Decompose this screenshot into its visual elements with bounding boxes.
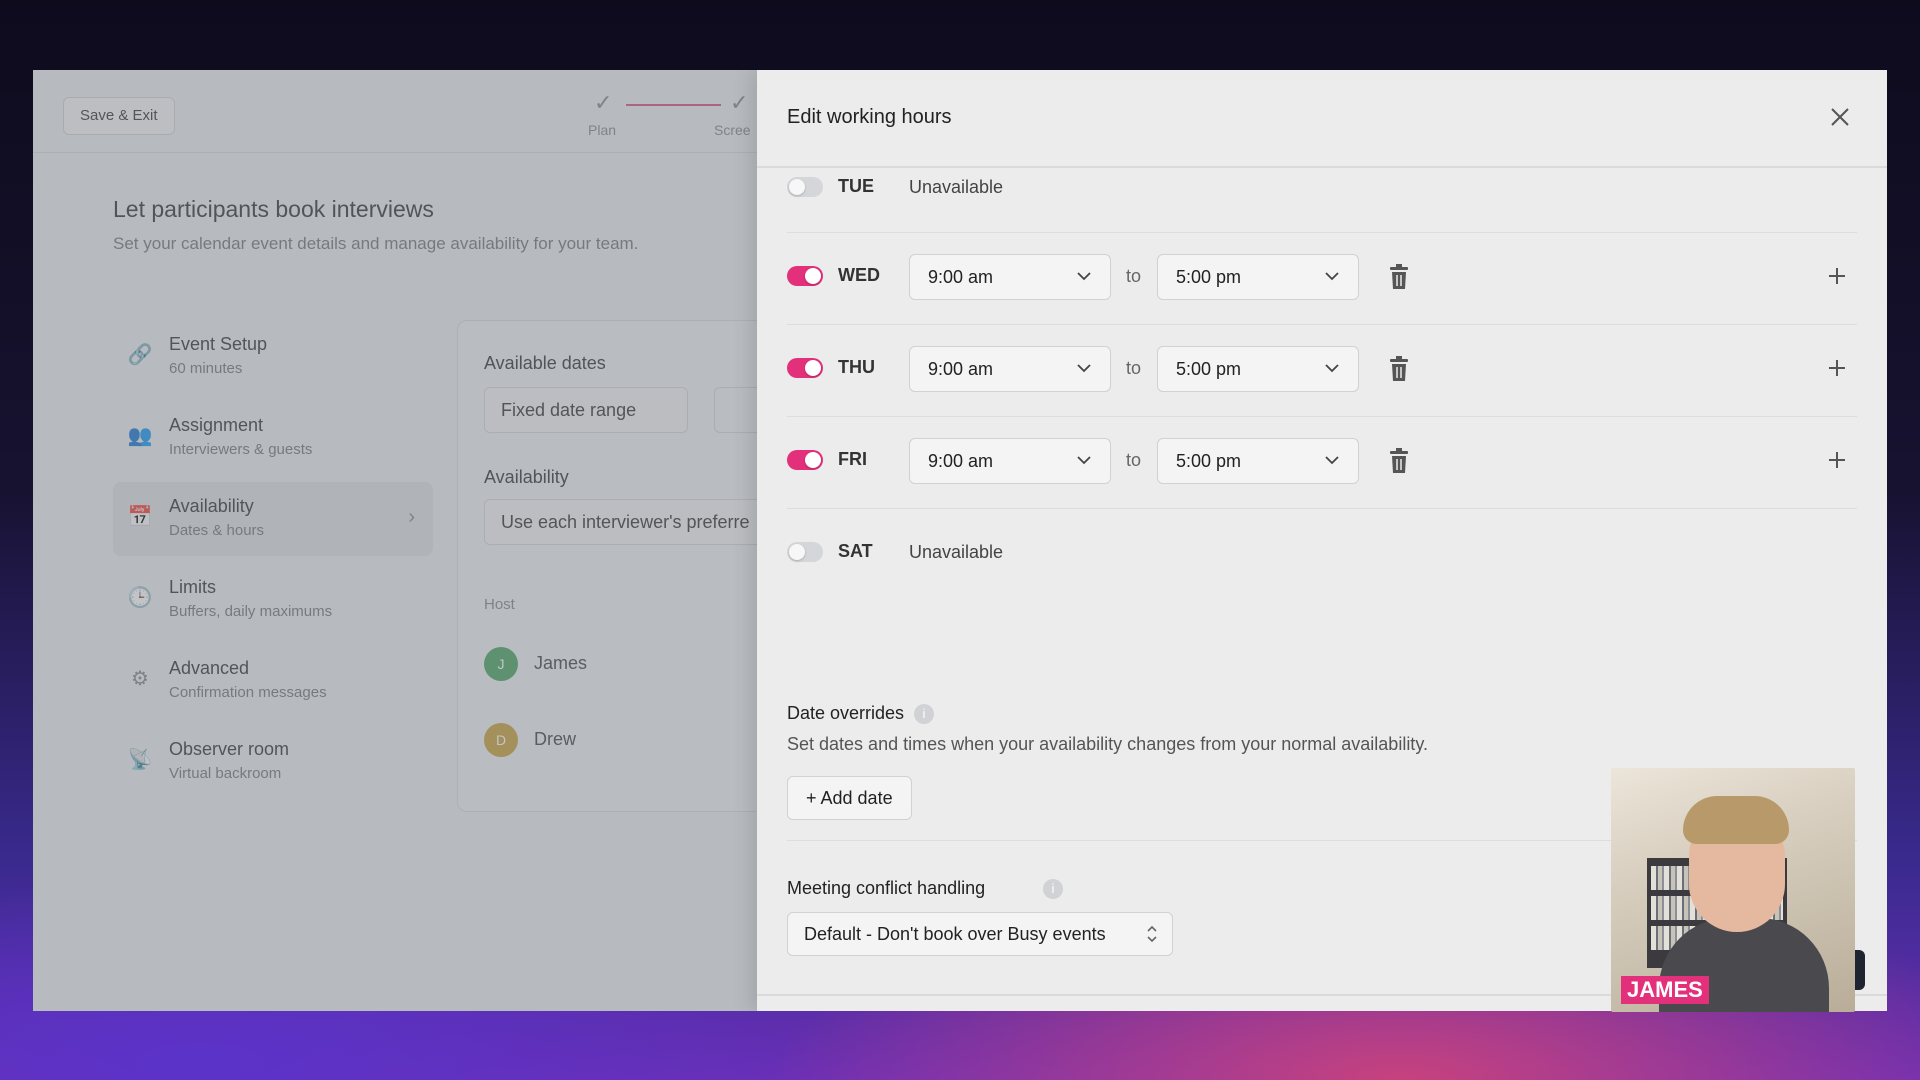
chevron-down-icon (1077, 456, 1091, 465)
chevron-down-icon (1077, 364, 1091, 373)
trash-icon[interactable] (1387, 448, 1411, 474)
day-row-sat: SAT Unavailable (787, 508, 1857, 600)
app-window: Save & Exit ✓ ✓ Plan Scree Let participa… (33, 70, 1887, 1011)
chevron-down-icon (1325, 456, 1339, 465)
start-time-select[interactable]: 9:00 am (909, 438, 1111, 484)
day-row-fri: FRI 9:00 am to 5:00 pm (787, 416, 1857, 509)
end-time-value: 5:00 pm (1176, 359, 1242, 379)
end-time-select[interactable]: 5:00 pm (1157, 254, 1359, 300)
day-label: FRI (838, 449, 867, 469)
day-toggle-thu[interactable] (787, 358, 823, 378)
info-icon[interactable]: i (1043, 879, 1063, 899)
meeting-conflict-title: Meeting conflict handling (787, 878, 986, 898)
chevron-down-icon (1325, 364, 1339, 373)
webcam-name-label: JAMES (1621, 976, 1709, 1004)
trash-icon[interactable] (1387, 264, 1411, 290)
unavailable-text: Unavailable (909, 542, 1004, 562)
to-label: to (1126, 266, 1142, 286)
start-time-select[interactable]: 9:00 am (909, 254, 1111, 300)
day-toggle-tue[interactable] (787, 177, 823, 197)
day-row-thu: THU 9:00 am to 5:00 pm (787, 324, 1857, 417)
start-time-select[interactable]: 9:00 am (909, 346, 1111, 392)
date-overrides-title: Date overrides (787, 703, 905, 723)
day-label: SAT (838, 541, 873, 561)
meeting-conflict-value: Default - Don't book over Busy events (804, 924, 1106, 944)
end-time-select[interactable]: 5:00 pm (1157, 346, 1359, 392)
plus-icon[interactable] (1827, 266, 1847, 286)
meeting-conflict-select[interactable]: Default - Don't book over Busy events (787, 912, 1173, 956)
day-label: THU (838, 357, 875, 377)
end-time-value: 5:00 pm (1176, 451, 1242, 471)
add-date-button[interactable]: + Add date (787, 776, 912, 820)
drawer-title: Edit working hours (787, 106, 952, 128)
webcam-overlay: JAMES (1611, 768, 1855, 1012)
day-label: TUE (838, 176, 874, 196)
plus-icon[interactable] (1827, 358, 1847, 378)
updown-chevron-icon (1147, 925, 1157, 943)
day-toggle-wed[interactable] (787, 266, 823, 286)
day-row-tue: TUE Unavailable (787, 166, 1857, 233)
day-row-wed: WED 9:00 am to 5:00 pm (787, 232, 1857, 325)
plus-icon[interactable] (1827, 450, 1847, 470)
start-time-value: 9:00 am (928, 359, 994, 379)
chevron-down-icon (1077, 272, 1091, 281)
date-overrides-description: Set dates and times when your availabili… (787, 734, 1428, 754)
day-toggle-fri[interactable] (787, 450, 823, 470)
info-icon[interactable]: i (914, 704, 934, 724)
drawer-header: Edit working hours (757, 70, 1887, 168)
end-time-select[interactable]: 5:00 pm (1157, 438, 1359, 484)
start-time-value: 9:00 am (928, 267, 994, 287)
unavailable-text: Unavailable (909, 177, 1004, 197)
to-label: to (1126, 358, 1142, 378)
trash-icon[interactable] (1387, 356, 1411, 382)
start-time-value: 9:00 am (928, 451, 994, 471)
presenter-hair (1683, 796, 1789, 844)
chevron-down-icon (1325, 272, 1339, 281)
close-icon[interactable] (1823, 100, 1857, 134)
day-label: WED (838, 265, 880, 285)
to-label: to (1126, 450, 1142, 470)
day-toggle-sat[interactable] (787, 542, 823, 562)
end-time-value: 5:00 pm (1176, 267, 1242, 287)
